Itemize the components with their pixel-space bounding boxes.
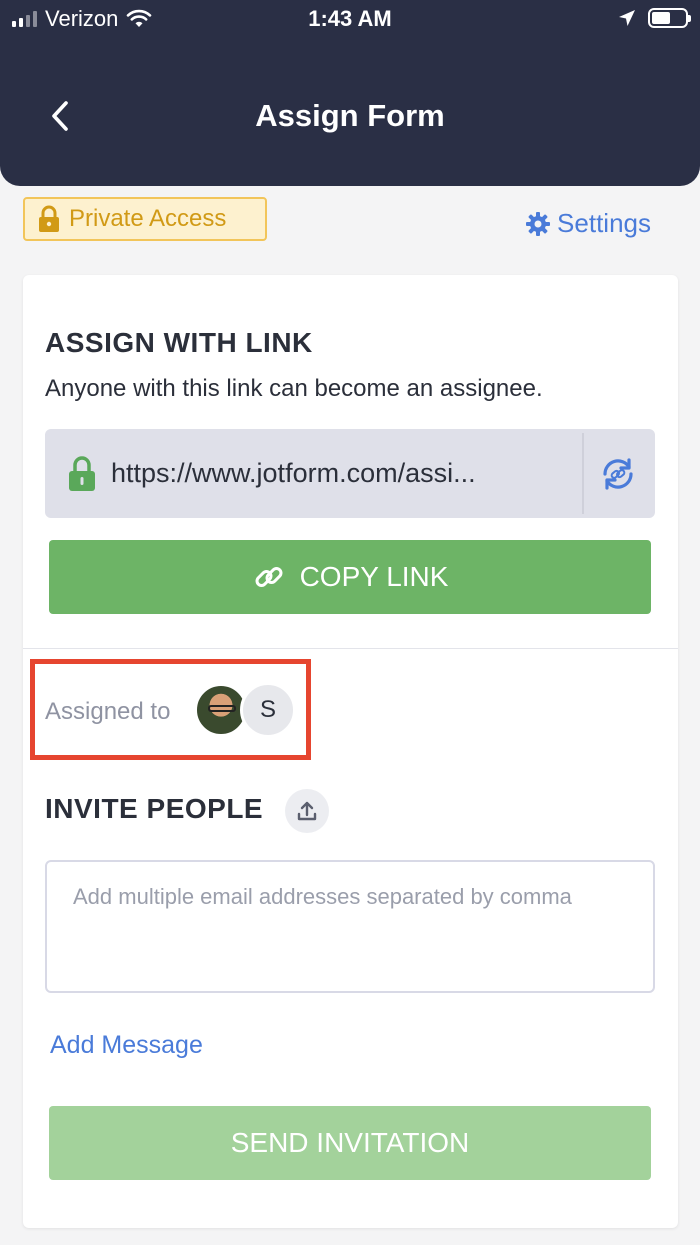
invite-people-title: INVITE PEOPLE bbox=[45, 793, 264, 824]
email-addresses-input[interactable] bbox=[45, 860, 655, 993]
gear-icon bbox=[526, 211, 551, 236]
lock-icon bbox=[69, 455, 95, 491]
battery-icon bbox=[648, 8, 691, 28]
share-link-field[interactable]: https://www.jotform.com/assi... bbox=[45, 429, 655, 518]
assign-description: Anyone with this link can become an assi… bbox=[45, 375, 543, 402]
upload-icon bbox=[297, 801, 317, 821]
assignee-avatar-initial[interactable]: S bbox=[240, 682, 296, 738]
status-bar: Verizon 1:43 AM bbox=[0, 0, 700, 40]
lock-icon bbox=[39, 205, 59, 232]
private-access-label: Private Access bbox=[69, 205, 227, 232]
page-title: Assign Form bbox=[255, 98, 445, 133]
regenerate-link-button[interactable] bbox=[593, 449, 643, 499]
section-divider bbox=[23, 648, 678, 649]
status-right-group bbox=[618, 8, 691, 28]
settings-link[interactable]: Settings bbox=[525, 208, 651, 239]
link-icon bbox=[255, 567, 283, 587]
add-message-link[interactable]: Add Message bbox=[50, 1031, 203, 1060]
private-access-badge[interactable]: Private Access bbox=[23, 197, 267, 241]
link-divider bbox=[582, 433, 584, 514]
assign-with-link-title: ASSIGN WITH LINK bbox=[45, 327, 313, 358]
share-link-url: https://www.jotform.com/assi... bbox=[111, 458, 476, 488]
assign-card: ASSIGN WITH LINK Anyone with this link c… bbox=[23, 275, 678, 1228]
copy-link-button[interactable]: COPY LINK bbox=[49, 540, 651, 614]
app-header: Verizon 1:43 AM Assign Form bbox=[0, 0, 700, 186]
send-invitation-button[interactable]: SEND INVITATION bbox=[49, 1106, 651, 1180]
refresh-link-icon bbox=[603, 458, 633, 490]
location-arrow-icon bbox=[619, 10, 635, 26]
upload-contacts-button[interactable] bbox=[285, 789, 329, 833]
settings-label: Settings bbox=[557, 208, 651, 238]
assigned-to-label: Assigned to bbox=[45, 698, 171, 725]
assigned-to-highlight: Assigned to S bbox=[30, 659, 311, 760]
status-time: 1:43 AM bbox=[308, 6, 392, 31]
copy-link-label: COPY LINK bbox=[299, 561, 449, 592]
